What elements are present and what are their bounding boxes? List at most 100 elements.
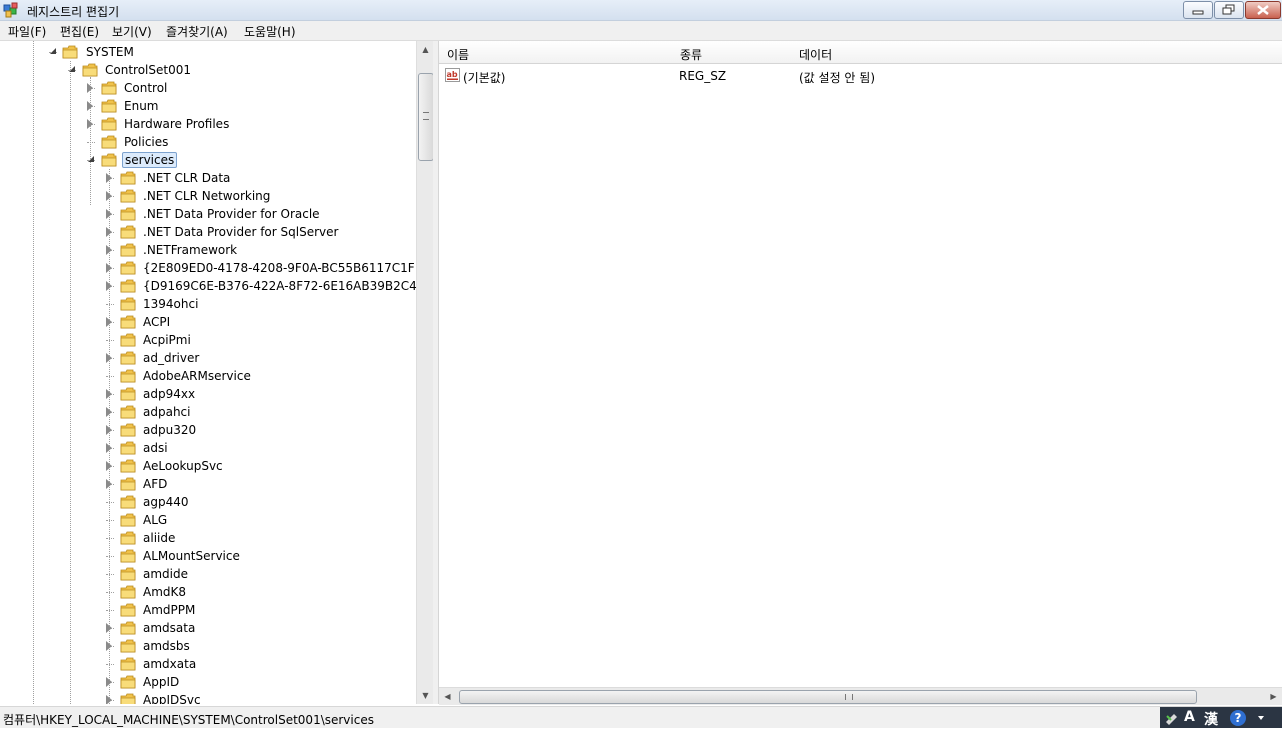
expand-arrow-icon[interactable] — [106, 623, 112, 633]
expand-arrow-icon[interactable] — [106, 461, 112, 471]
collapse-arrow-icon[interactable] — [69, 66, 75, 72]
column-header-name[interactable]: 이름 — [439, 41, 673, 64]
tree-item-label[interactable]: Hardware Profiles — [122, 117, 231, 131]
tree-item[interactable]: Hardware Profiles — [0, 115, 416, 133]
tree-item[interactable]: amdide — [0, 565, 416, 583]
expand-arrow-icon[interactable] — [106, 227, 112, 237]
tree-item[interactable]: AdobeARMservice — [0, 367, 416, 385]
tree-item[interactable]: adpu320 — [0, 421, 416, 439]
tree-item-label[interactable]: adpahci — [141, 405, 192, 419]
menu-help[interactable]: 도움말(H) — [244, 23, 296, 40]
close-button[interactable] — [1245, 1, 1281, 19]
tree-item[interactable]: AmdPPM — [0, 601, 416, 619]
tree-item-label[interactable]: aliide — [141, 531, 177, 545]
expand-arrow-icon[interactable] — [87, 83, 93, 93]
scroll-right-arrow-icon[interactable]: ▶ — [1265, 688, 1282, 705]
registry-key-tree[interactable]: SYSTEM ControlSet001 Control Enum Hardware P… — [0, 41, 416, 704]
tree-item-label[interactable]: Control — [122, 81, 169, 95]
expand-arrow-icon[interactable] — [106, 389, 112, 399]
expand-arrow-icon[interactable] — [106, 245, 112, 255]
tree-item-label[interactable]: Enum — [122, 99, 160, 113]
expand-arrow-icon[interactable] — [87, 119, 93, 129]
ime-help-icon[interactable]: ? — [1230, 710, 1246, 726]
tree-item-label[interactable]: AmdK8 — [141, 585, 188, 599]
expand-arrow-icon[interactable] — [106, 407, 112, 417]
tree-item-label[interactable]: ControlSet001 — [103, 63, 193, 77]
tree-item[interactable]: adpahci — [0, 403, 416, 421]
tree-item[interactable]: AppIDSvc — [0, 691, 416, 704]
tree-item[interactable]: ControlSet001 — [0, 61, 416, 79]
tree-item[interactable]: Policies — [0, 133, 416, 151]
list-horizontal-scrollbar[interactable]: ◀ ▶ — [439, 687, 1282, 705]
ime-tools-icon[interactable] — [1164, 710, 1180, 726]
tree-item-label[interactable]: AppIDSvc — [141, 693, 203, 704]
tree-item[interactable]: amdsbs — [0, 637, 416, 655]
menu-file[interactable]: 파일(F) — [8, 23, 46, 40]
expand-arrow-icon[interactable] — [106, 443, 112, 453]
tree-item[interactable]: agp440 — [0, 493, 416, 511]
tree-item-label[interactable]: adpu320 — [141, 423, 198, 437]
tree-item-label[interactable]: .NET Data Provider for SqlServer — [141, 225, 340, 239]
tree-item-label[interactable]: 1394ohci — [141, 297, 200, 311]
menu-edit[interactable]: 편집(E) — [60, 23, 99, 40]
tree-item[interactable]: {2E809ED0-4178-4208-9F0A-BC55B6117C1F} — [0, 259, 416, 277]
tree-item-label[interactable]: AdobeARMservice — [141, 369, 253, 383]
tree-item[interactable]: {D9169C6E-B376-422A-8F72-6E16AB39B2C4} — [0, 277, 416, 295]
column-header-data[interactable]: 데이터 — [791, 41, 1282, 64]
tree-item[interactable]: .NET Data Provider for Oracle — [0, 205, 416, 223]
expand-arrow-icon[interactable] — [106, 479, 112, 489]
tree-item-label[interactable]: SYSTEM — [84, 45, 136, 59]
tree-item[interactable]: AcpiPmi — [0, 331, 416, 349]
tree-item[interactable]: 1394ohci — [0, 295, 416, 313]
tree-item[interactable]: .NET Data Provider for SqlServer — [0, 223, 416, 241]
tree-item[interactable]: Control — [0, 79, 416, 97]
expand-arrow-icon[interactable] — [106, 677, 112, 687]
expand-arrow-icon[interactable] — [106, 641, 112, 651]
tree-item[interactable]: adp94xx — [0, 385, 416, 403]
tree-item[interactable]: ad_driver — [0, 349, 416, 367]
tree-item-label[interactable]: AFD — [141, 477, 169, 491]
column-header-type[interactable]: 종류 — [672, 41, 792, 64]
tree-item[interactable]: services — [0, 151, 416, 169]
tree-item[interactable]: .NETFramework — [0, 241, 416, 259]
tree-item[interactable]: SYSTEM — [0, 43, 416, 61]
tree-item-label[interactable]: Policies — [122, 135, 170, 149]
expand-arrow-icon[interactable] — [106, 425, 112, 435]
expand-arrow-icon[interactable] — [106, 209, 112, 219]
tree-item[interactable]: amdsata — [0, 619, 416, 637]
tree-item-label[interactable]: adp94xx — [141, 387, 197, 401]
tree-item[interactable]: .NET CLR Networking — [0, 187, 416, 205]
tree-item-label[interactable]: AeLookupSvc — [141, 459, 225, 473]
tree-item[interactable]: ACPI — [0, 313, 416, 331]
expand-arrow-icon[interactable] — [106, 695, 112, 704]
ime-input-mode[interactable]: A — [1184, 709, 1195, 725]
minimize-button[interactable] — [1183, 1, 1213, 19]
menu-favorites[interactable]: 즐겨찾기(A) — [166, 23, 228, 40]
tree-item[interactable]: AeLookupSvc — [0, 457, 416, 475]
tree-item[interactable]: .NET CLR Data — [0, 169, 416, 187]
tree-item-label[interactable]: AcpiPmi — [141, 333, 193, 347]
ime-hanja-button[interactable]: 漢 — [1204, 709, 1218, 729]
tree-item-label[interactable]: ALMountService — [141, 549, 242, 563]
collapse-arrow-icon[interactable] — [50, 48, 56, 54]
tree-item-label[interactable]: ALG — [141, 513, 169, 527]
tree-item-label[interactable]: adsi — [141, 441, 170, 455]
tree-item-label[interactable]: AppID — [141, 675, 181, 689]
tree-item-label[interactable]: amdsata — [141, 621, 197, 635]
tree-item[interactable]: adsi — [0, 439, 416, 457]
tree-item[interactable]: ALG — [0, 511, 416, 529]
tree-item-label[interactable]: AmdPPM — [141, 603, 197, 617]
tree-item-label[interactable]: amdsbs — [141, 639, 192, 653]
tree-item[interactable]: AppID — [0, 673, 416, 691]
scroll-up-arrow-icon[interactable]: ▲ — [417, 41, 434, 58]
tree-item-label[interactable]: .NET CLR Data — [141, 171, 232, 185]
tree-scroll-thumb[interactable] — [418, 73, 434, 161]
tree-item-label[interactable]: .NET CLR Networking — [141, 189, 272, 203]
expand-arrow-icon[interactable] — [106, 191, 112, 201]
tree-item[interactable]: amdxata — [0, 655, 416, 673]
tree-item[interactable]: aliide — [0, 529, 416, 547]
ime-language-bar[interactable]: A 漢 ? — [1160, 707, 1282, 728]
list-scroll-thumb[interactable] — [459, 690, 1197, 704]
tree-item[interactable]: ALMountService — [0, 547, 416, 565]
tree-vertical-scrollbar[interactable]: ▲ ▼ — [416, 41, 434, 704]
